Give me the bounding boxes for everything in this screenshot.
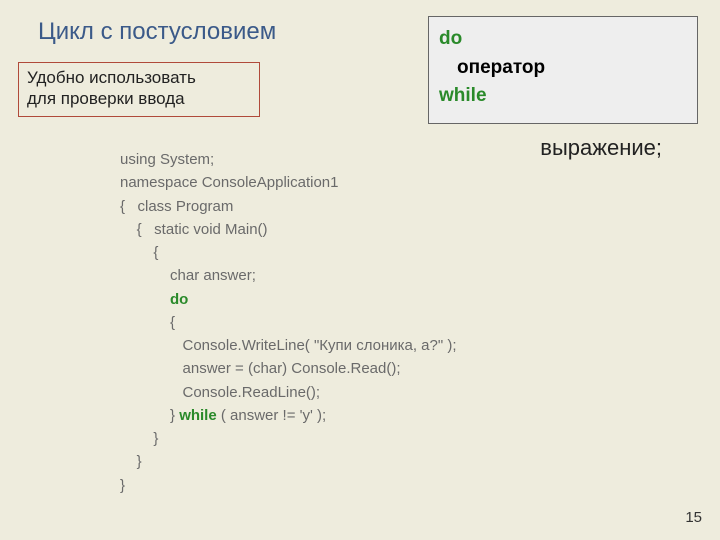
code-line-13: } xyxy=(120,430,158,447)
code-line-8: { xyxy=(120,314,175,331)
syntax-while: while xyxy=(439,82,687,111)
code-block: using System; namespace ConsoleApplicati… xyxy=(120,148,457,497)
code-line-11: Console.ReadLine(); xyxy=(120,384,320,401)
code-keyword-while: while xyxy=(179,407,217,424)
syntax-box: do оператор while xyxy=(428,16,698,124)
code-line-3: { class Program xyxy=(120,198,233,215)
code-line-12a: } xyxy=(120,407,179,424)
code-line-1: using System; xyxy=(120,151,214,168)
syntax-operator: оператор xyxy=(439,54,687,83)
code-line-14: } xyxy=(120,453,142,470)
code-line-9: Console.WriteLine( "Купи слоника, а?" ); xyxy=(120,337,457,354)
code-line-5: { xyxy=(120,244,158,261)
note-line-1: Удобно использовать xyxy=(27,67,251,88)
code-line-10: answer = (char) Console.Read(); xyxy=(120,360,401,377)
slide-title: Цикл с постусловием xyxy=(38,18,276,46)
code-line-12b: ( answer != 'y' ); xyxy=(217,407,327,424)
code-line-4: { static void Main() xyxy=(120,221,268,238)
page-number: 15 xyxy=(685,509,702,526)
note-box: Удобно использовать для проверки ввода xyxy=(18,62,260,117)
code-line-15: } xyxy=(120,477,125,494)
code-line-7-indent xyxy=(120,291,170,308)
code-line-2: namespace ConsoleApplication1 xyxy=(120,174,338,191)
code-keyword-do: do xyxy=(170,291,188,308)
code-line-6: char answer; xyxy=(120,267,256,284)
note-line-2: для проверки ввода xyxy=(27,88,251,109)
syntax-do: do xyxy=(439,25,687,54)
syntax-expression: выражение; xyxy=(540,135,662,161)
